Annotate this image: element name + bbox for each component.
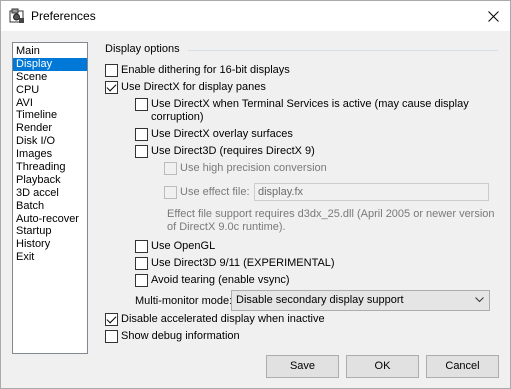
save-button[interactable]: Save bbox=[266, 355, 339, 378]
category-item-batch[interactable]: Batch bbox=[13, 200, 87, 213]
direct3d-label: Use Direct3D (requires DirectX 9) bbox=[151, 145, 315, 157]
effect-file-label: Use effect file: bbox=[180, 186, 250, 198]
directx-option[interactable]: Use DirectX for display panes bbox=[105, 80, 266, 94]
directx-checkbox[interactable] bbox=[105, 80, 118, 94]
category-item-exit[interactable]: Exit bbox=[13, 251, 87, 264]
disable-accel-checkbox[interactable] bbox=[105, 312, 118, 326]
directx-ts-checkbox[interactable] bbox=[135, 97, 148, 111]
disable-accel-label: Disable accelerated display when inactiv… bbox=[121, 313, 325, 325]
effect-file-input[interactable]: display.fx bbox=[254, 183, 489, 201]
close-icon bbox=[487, 10, 499, 22]
category-item-images[interactable]: Images bbox=[13, 148, 87, 161]
dithering-label: Enable dithering for 16-bit displays bbox=[121, 64, 290, 76]
direct3d-option[interactable]: Use Direct3D (requires DirectX 9) bbox=[135, 144, 315, 158]
avoid-tearing-option[interactable]: Avoid tearing (enable vsync) bbox=[135, 273, 290, 287]
directx-overlay-checkbox[interactable] bbox=[135, 127, 148, 141]
directx-overlay-label: Use DirectX overlay surfaces bbox=[151, 128, 293, 140]
title-bar: Preferences bbox=[1, 1, 510, 31]
debug-info-option[interactable]: Show debug information bbox=[105, 329, 240, 343]
directx-ts-label: Use DirectX when Terminal Services is ac… bbox=[151, 98, 469, 110]
high-precision-label: Use high precision conversion bbox=[180, 162, 327, 174]
category-item-timeline[interactable]: Timeline bbox=[13, 109, 87, 122]
directx-overlay-option[interactable]: Use DirectX overlay surfaces bbox=[135, 127, 293, 141]
category-item-playback[interactable]: Playback bbox=[13, 174, 87, 187]
direct3d-911-option[interactable]: Use Direct3D 9/11 (EXPERIMENTAL) bbox=[135, 256, 335, 270]
effect-note-line1: Effect file support requires d3dx_25.dll… bbox=[167, 208, 495, 220]
disable-accel-option[interactable]: Disable accelerated display when inactiv… bbox=[105, 312, 325, 326]
category-item-threading[interactable]: Threading bbox=[13, 161, 87, 174]
preferences-window: Preferences Main Display Scene CPU AVI T… bbox=[0, 0, 511, 389]
debug-info-checkbox[interactable] bbox=[105, 329, 118, 343]
effect-file-checkbox[interactable] bbox=[164, 185, 177, 199]
category-item-display[interactable]: Display bbox=[13, 57, 87, 71]
category-item-history[interactable]: History bbox=[13, 238, 87, 251]
opengl-label: Use OpenGL bbox=[151, 240, 216, 252]
avoid-tearing-label: Avoid tearing (enable vsync) bbox=[151, 274, 290, 286]
multimonitor-select[interactable]: Disable secondary display support bbox=[231, 290, 490, 311]
directx-label: Use DirectX for display panes bbox=[121, 81, 266, 93]
effect-note-line2: of DirectX 9.0c runtime). bbox=[167, 221, 286, 233]
high-precision-option[interactable]: Use high precision conversion bbox=[164, 161, 327, 175]
directx-ts-option[interactable]: Use DirectX when Terminal Services is ac… bbox=[135, 97, 469, 111]
chevron-down-icon bbox=[475, 297, 484, 303]
avoid-tearing-checkbox[interactable] bbox=[135, 273, 148, 287]
category-item-scene[interactable]: Scene bbox=[13, 71, 87, 84]
high-precision-checkbox[interactable] bbox=[164, 161, 177, 175]
category-item-render[interactable]: Render bbox=[13, 122, 87, 135]
category-item-avi[interactable]: AVI bbox=[13, 97, 87, 110]
direct3d-911-label: Use Direct3D 9/11 (EXPERIMENTAL) bbox=[151, 257, 335, 269]
dithering-checkbox[interactable] bbox=[105, 63, 118, 77]
category-item-auto-recover[interactable]: Auto-recover bbox=[13, 213, 87, 226]
close-button[interactable] bbox=[476, 1, 510, 31]
category-item-main[interactable]: Main bbox=[13, 45, 87, 58]
category-item-startup[interactable]: Startup bbox=[13, 225, 87, 238]
debug-info-label: Show debug information bbox=[121, 330, 240, 342]
app-icon bbox=[9, 8, 24, 23]
category-list[interactable]: Main Display Scene CPU AVI Timeline Rend… bbox=[12, 42, 88, 354]
category-item-cpu[interactable]: CPU bbox=[13, 84, 87, 97]
multimonitor-label: Multi-monitor mode: bbox=[135, 295, 233, 307]
multimonitor-value: Disable secondary display support bbox=[236, 294, 404, 306]
directx-ts-label-line2: corruption) bbox=[151, 111, 204, 123]
cancel-button[interactable]: Cancel bbox=[426, 355, 499, 378]
display-options-group-label: Display options bbox=[105, 43, 180, 55]
category-item-3d-accel[interactable]: 3D accel bbox=[13, 187, 87, 200]
window-title: Preferences bbox=[31, 9, 96, 23]
category-item-disk-io[interactable]: Disk I/O bbox=[13, 135, 87, 148]
ok-button[interactable]: OK bbox=[346, 355, 419, 378]
direct3d-911-checkbox[interactable] bbox=[135, 256, 148, 270]
opengl-option[interactable]: Use OpenGL bbox=[135, 239, 215, 253]
direct3d-checkbox[interactable] bbox=[135, 144, 148, 158]
opengl-checkbox[interactable] bbox=[135, 239, 148, 253]
dithering-option[interactable]: Enable dithering for 16-bit displays bbox=[105, 63, 290, 77]
group-divider bbox=[188, 50, 498, 51]
effect-file-option[interactable]: Use effect file: bbox=[164, 185, 250, 199]
